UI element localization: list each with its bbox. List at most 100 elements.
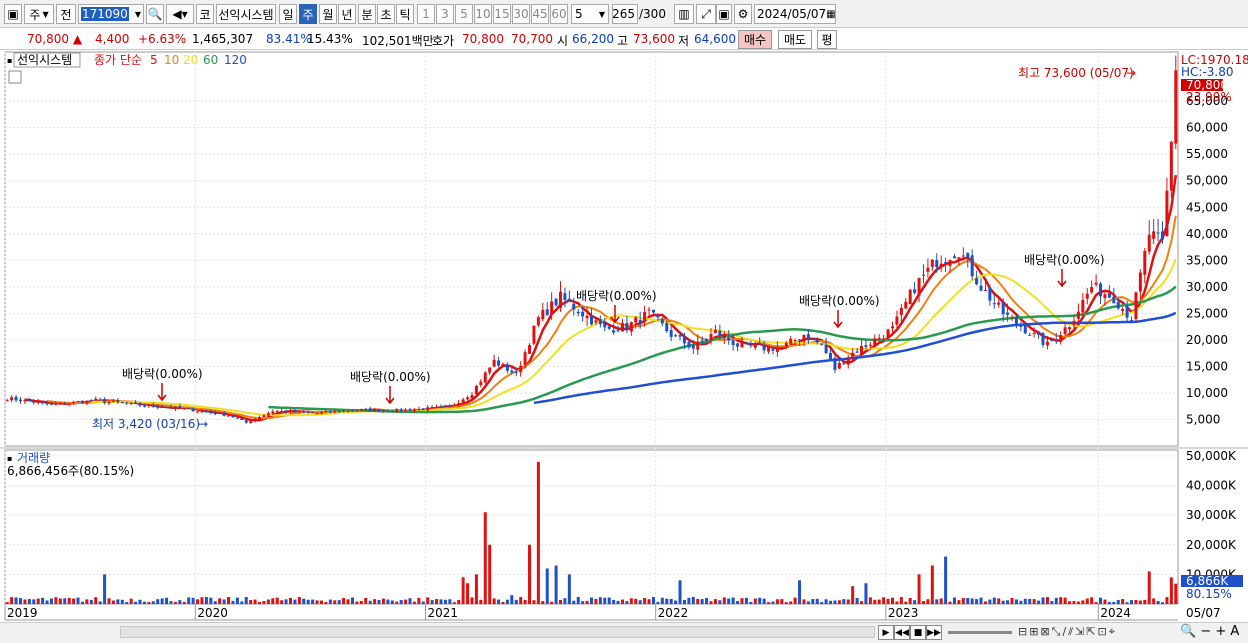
volume-bar bbox=[138, 599, 142, 604]
candle-body bbox=[1156, 232, 1160, 234]
date-picker[interactable]: 2024/05/07 ▦ bbox=[754, 4, 836, 24]
volume-ratio: 83.41% bbox=[266, 32, 312, 46]
period-minute-button[interactable]: 분 bbox=[358, 4, 376, 24]
candle-body bbox=[36, 401, 40, 403]
period-day-button[interactable]: 일 bbox=[279, 4, 297, 24]
legend-period-120: 120 bbox=[224, 53, 247, 67]
volume-bar bbox=[5, 602, 9, 604]
candle-body bbox=[660, 319, 664, 324]
zoom-slider[interactable] bbox=[948, 631, 1012, 634]
candle-body bbox=[1152, 231, 1156, 239]
price-chart[interactable]: 65,00060,00055,00050,00045,00040,00035,0… bbox=[0, 50, 1248, 622]
interval-button[interactable]: 3 bbox=[436, 4, 454, 24]
candle-body bbox=[470, 395, 474, 399]
jeon-button[interactable]: 전 bbox=[56, 4, 76, 24]
rewind-icon[interactable]: ◀◀ bbox=[894, 625, 910, 640]
volume-bar bbox=[417, 597, 421, 604]
volume-bar bbox=[474, 574, 478, 604]
interval-button[interactable]: 1 bbox=[417, 4, 435, 24]
volume-bar bbox=[178, 600, 182, 604]
sound-icon[interactable]: ◀▾ bbox=[166, 4, 194, 24]
candle-body bbox=[691, 345, 695, 349]
interval-select[interactable]: 5 ▼ bbox=[571, 4, 609, 24]
volume-bar bbox=[116, 599, 120, 604]
zoom-controls-icon[interactable]: 🔍 − + A bbox=[1180, 624, 1239, 639]
interval-button[interactable]: 45 bbox=[531, 4, 549, 24]
menu-dropdown[interactable]: 주 ▼ bbox=[24, 4, 54, 24]
candle-body bbox=[1134, 292, 1138, 320]
period-month-button[interactable]: 월 bbox=[319, 4, 337, 24]
candle-body bbox=[293, 410, 297, 413]
save-icon[interactable]: ▣ bbox=[716, 4, 732, 24]
volume-bar bbox=[1041, 597, 1045, 604]
interval-button[interactable]: 5 bbox=[455, 4, 473, 24]
candle-body bbox=[1121, 309, 1125, 312]
candle-body bbox=[629, 322, 633, 332]
candle-body bbox=[638, 319, 642, 324]
candle-body bbox=[917, 278, 921, 296]
interval-button[interactable]: 15 bbox=[493, 4, 511, 24]
volume-bar bbox=[1107, 601, 1111, 604]
scroll-right-icon[interactable]: ▶ bbox=[878, 625, 894, 640]
volume-bar bbox=[895, 601, 899, 604]
drawing-tools-icon[interactable]: ⊟⊞⊠⤡∕⫽⇲⇱⊡⌖ bbox=[1018, 625, 1117, 639]
period-week-button[interactable]: 주 bbox=[299, 4, 317, 24]
price-tick-label: 5,000 bbox=[1186, 412, 1220, 426]
chevron-down-icon[interactable]: ▼ bbox=[135, 10, 141, 19]
volume-bar bbox=[209, 597, 213, 604]
volume-bar bbox=[665, 598, 669, 604]
volume-bar bbox=[572, 600, 576, 604]
sell-button[interactable]: 매도 bbox=[778, 30, 812, 49]
gear-icon[interactable]: ⚙ bbox=[734, 4, 752, 24]
candle-body bbox=[510, 370, 514, 373]
search-icon[interactable]: 🔍 bbox=[146, 4, 164, 24]
candle-body bbox=[107, 401, 111, 404]
forward-icon[interactable]: ▶▶ bbox=[926, 625, 942, 640]
candle-body bbox=[598, 319, 602, 325]
candle-body bbox=[49, 403, 53, 405]
interval-button[interactable]: 60 bbox=[550, 4, 568, 24]
volume-bar bbox=[218, 598, 222, 604]
count-input[interactable]: 265 bbox=[612, 4, 638, 24]
ma-legend: 선익시스템 종가 단순 5 10 20 60 120 ▪ bbox=[7, 52, 247, 68]
volume-bar bbox=[594, 598, 598, 604]
volume-bar bbox=[992, 597, 996, 604]
candle-body bbox=[45, 403, 49, 405]
buy-button[interactable]: 매수 bbox=[738, 30, 772, 49]
horizontal-scrollbar[interactable] bbox=[120, 626, 875, 638]
volume-bar bbox=[966, 598, 970, 604]
calendar-icon[interactable]: ▦ bbox=[826, 9, 835, 20]
candle-body bbox=[806, 334, 810, 341]
volume-bar bbox=[656, 601, 660, 604]
volume-bar bbox=[638, 600, 642, 604]
eval-button[interactable]: 평 bbox=[817, 30, 837, 49]
interval-button[interactable]: 10 bbox=[474, 4, 492, 24]
candle-body bbox=[1037, 331, 1041, 335]
volume-bar bbox=[404, 599, 408, 604]
candle-body bbox=[125, 402, 129, 404]
volume-bar bbox=[151, 601, 155, 604]
volume-bar bbox=[784, 602, 788, 604]
volume-bar bbox=[67, 597, 71, 604]
candle-body bbox=[988, 287, 992, 301]
volume-bar bbox=[545, 568, 549, 604]
volume-bar bbox=[1063, 597, 1067, 604]
stop-icon[interactable]: ■ bbox=[910, 625, 926, 640]
candle-body bbox=[1107, 293, 1111, 298]
ko-button[interactable]: 코 bbox=[196, 4, 214, 24]
candle-icon[interactable]: ▥ bbox=[674, 4, 694, 24]
crosshair-icon[interactable]: ⤢ bbox=[696, 4, 716, 24]
candle-body bbox=[311, 411, 315, 413]
volume-bar bbox=[713, 599, 717, 604]
period-second-button[interactable]: 초 bbox=[377, 4, 395, 24]
stock-code-input[interactable]: 171090 ▼ bbox=[78, 4, 144, 24]
volume-bar bbox=[523, 599, 527, 604]
period-year-button[interactable]: 년 bbox=[338, 4, 356, 24]
volume-bar bbox=[240, 601, 244, 604]
window-menu-icon[interactable]: ▣ bbox=[4, 4, 22, 24]
period-tick-button[interactable]: 틱 bbox=[396, 4, 414, 24]
interval-button[interactable]: 30 bbox=[512, 4, 530, 24]
candle-body bbox=[948, 259, 952, 267]
candle-body bbox=[1147, 234, 1151, 252]
volume-bar bbox=[643, 598, 647, 604]
